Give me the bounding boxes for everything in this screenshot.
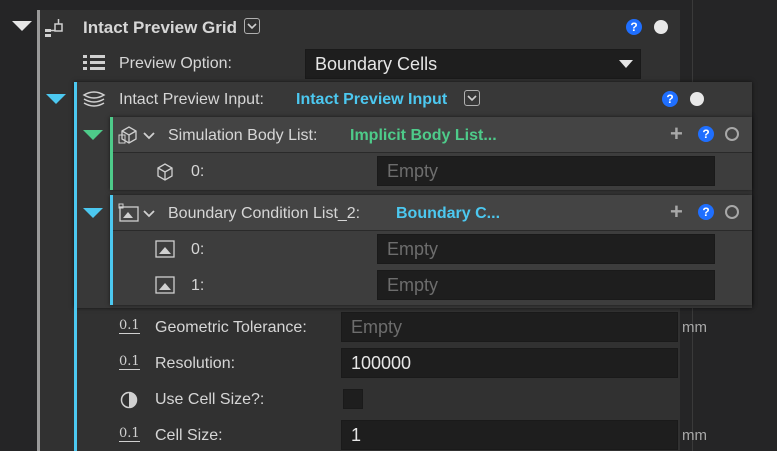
collapse-grid-arrow[interactable] [12, 21, 32, 31]
boundary-condition-icon [154, 239, 176, 264]
simulation-help-icon[interactable]: ? [698, 126, 714, 142]
cube-grid-icon [118, 124, 140, 151]
chevron-down-icon[interactable] [143, 128, 155, 146]
input-label: Intact Preview Input: [119, 91, 264, 108]
collapse-boundary-arrow[interactable] [83, 208, 103, 218]
input-value-link[interactable]: Intact Preview Input [296, 90, 447, 110]
preview-option-label: Preview Option: [119, 55, 232, 72]
boundary-item-index: 0: [191, 241, 205, 258]
simulation-item-field[interactable]: Empty [377, 156, 715, 186]
preview-option-select[interactable]: Boundary Cells [305, 49, 641, 79]
geometric-tolerance-unit: mm [682, 319, 707, 336]
preview-option-icon [82, 54, 106, 77]
cube-grid-icon [154, 161, 176, 188]
numeric-icon: 0.1 [119, 354, 140, 370]
chevron-down-icon [247, 23, 257, 30]
boundary-item-field[interactable]: Empty [377, 270, 715, 300]
simulation-status-ring[interactable] [725, 127, 739, 141]
cell-size-unit: mm [682, 427, 707, 444]
input-status-dot[interactable] [690, 92, 704, 106]
simulation-item-index: 0: [191, 163, 205, 180]
cell-size-label: Cell Size: [155, 427, 223, 444]
use-cell-size-checkbox[interactable] [343, 389, 363, 409]
add-simulation-item-button[interactable]: + [670, 123, 683, 145]
cell-size-field[interactable]: 1 [341, 420, 678, 450]
input-left-bar [74, 82, 77, 451]
simulation-label: Simulation Body List: [168, 127, 318, 144]
geometric-tolerance-label: Geometric Tolerance: [155, 319, 307, 336]
grid-title: Intact Preview Grid [83, 18, 237, 37]
grid-status-dot[interactable] [654, 20, 668, 34]
boundary-item-field[interactable]: Empty [377, 234, 715, 264]
input-help-icon[interactable]: ? [662, 91, 678, 107]
layers-icon [82, 89, 106, 114]
resolution-field[interactable]: 100000 [341, 348, 678, 378]
boundary-value-link[interactable]: Boundary C... [396, 204, 500, 224]
boundary-list-icon [118, 203, 140, 228]
collapse-input-arrow[interactable] [46, 94, 66, 104]
grid-icon [44, 17, 66, 44]
grid-left-bar [37, 10, 40, 451]
boundary-help-icon[interactable]: ? [698, 204, 714, 220]
geometric-tolerance-field[interactable]: Empty [341, 312, 678, 342]
boundary-label: Boundary Condition List_2: [168, 205, 361, 222]
input-dropdown-chevron[interactable] [464, 90, 480, 106]
numeric-icon: 0.1 [119, 426, 140, 442]
use-cell-size-label: Use Cell Size?: [155, 391, 265, 408]
simulation-value-link[interactable]: Implicit Body List... [350, 126, 497, 146]
add-boundary-item-button[interactable]: + [670, 201, 683, 223]
numeric-icon: 0.1 [119, 318, 140, 334]
collapse-simulation-arrow[interactable] [83, 130, 103, 140]
boundary-condition-icon [154, 275, 176, 300]
grid-help-icon[interactable]: ? [626, 19, 642, 35]
boundary-status-ring[interactable] [725, 205, 739, 219]
grid-dropdown-chevron[interactable] [244, 18, 260, 34]
chevron-down-icon[interactable] [143, 206, 155, 224]
resolution-label: Resolution: [155, 355, 236, 372]
boundary-left-bar [110, 195, 113, 305]
select-arrow-icon [619, 60, 633, 68]
chevron-down-icon [467, 95, 477, 102]
boundary-item-index: 1: [191, 277, 205, 294]
contrast-icon [120, 391, 138, 414]
preview-option-value: Boundary Cells [315, 54, 438, 74]
simulation-left-bar [110, 117, 113, 190]
